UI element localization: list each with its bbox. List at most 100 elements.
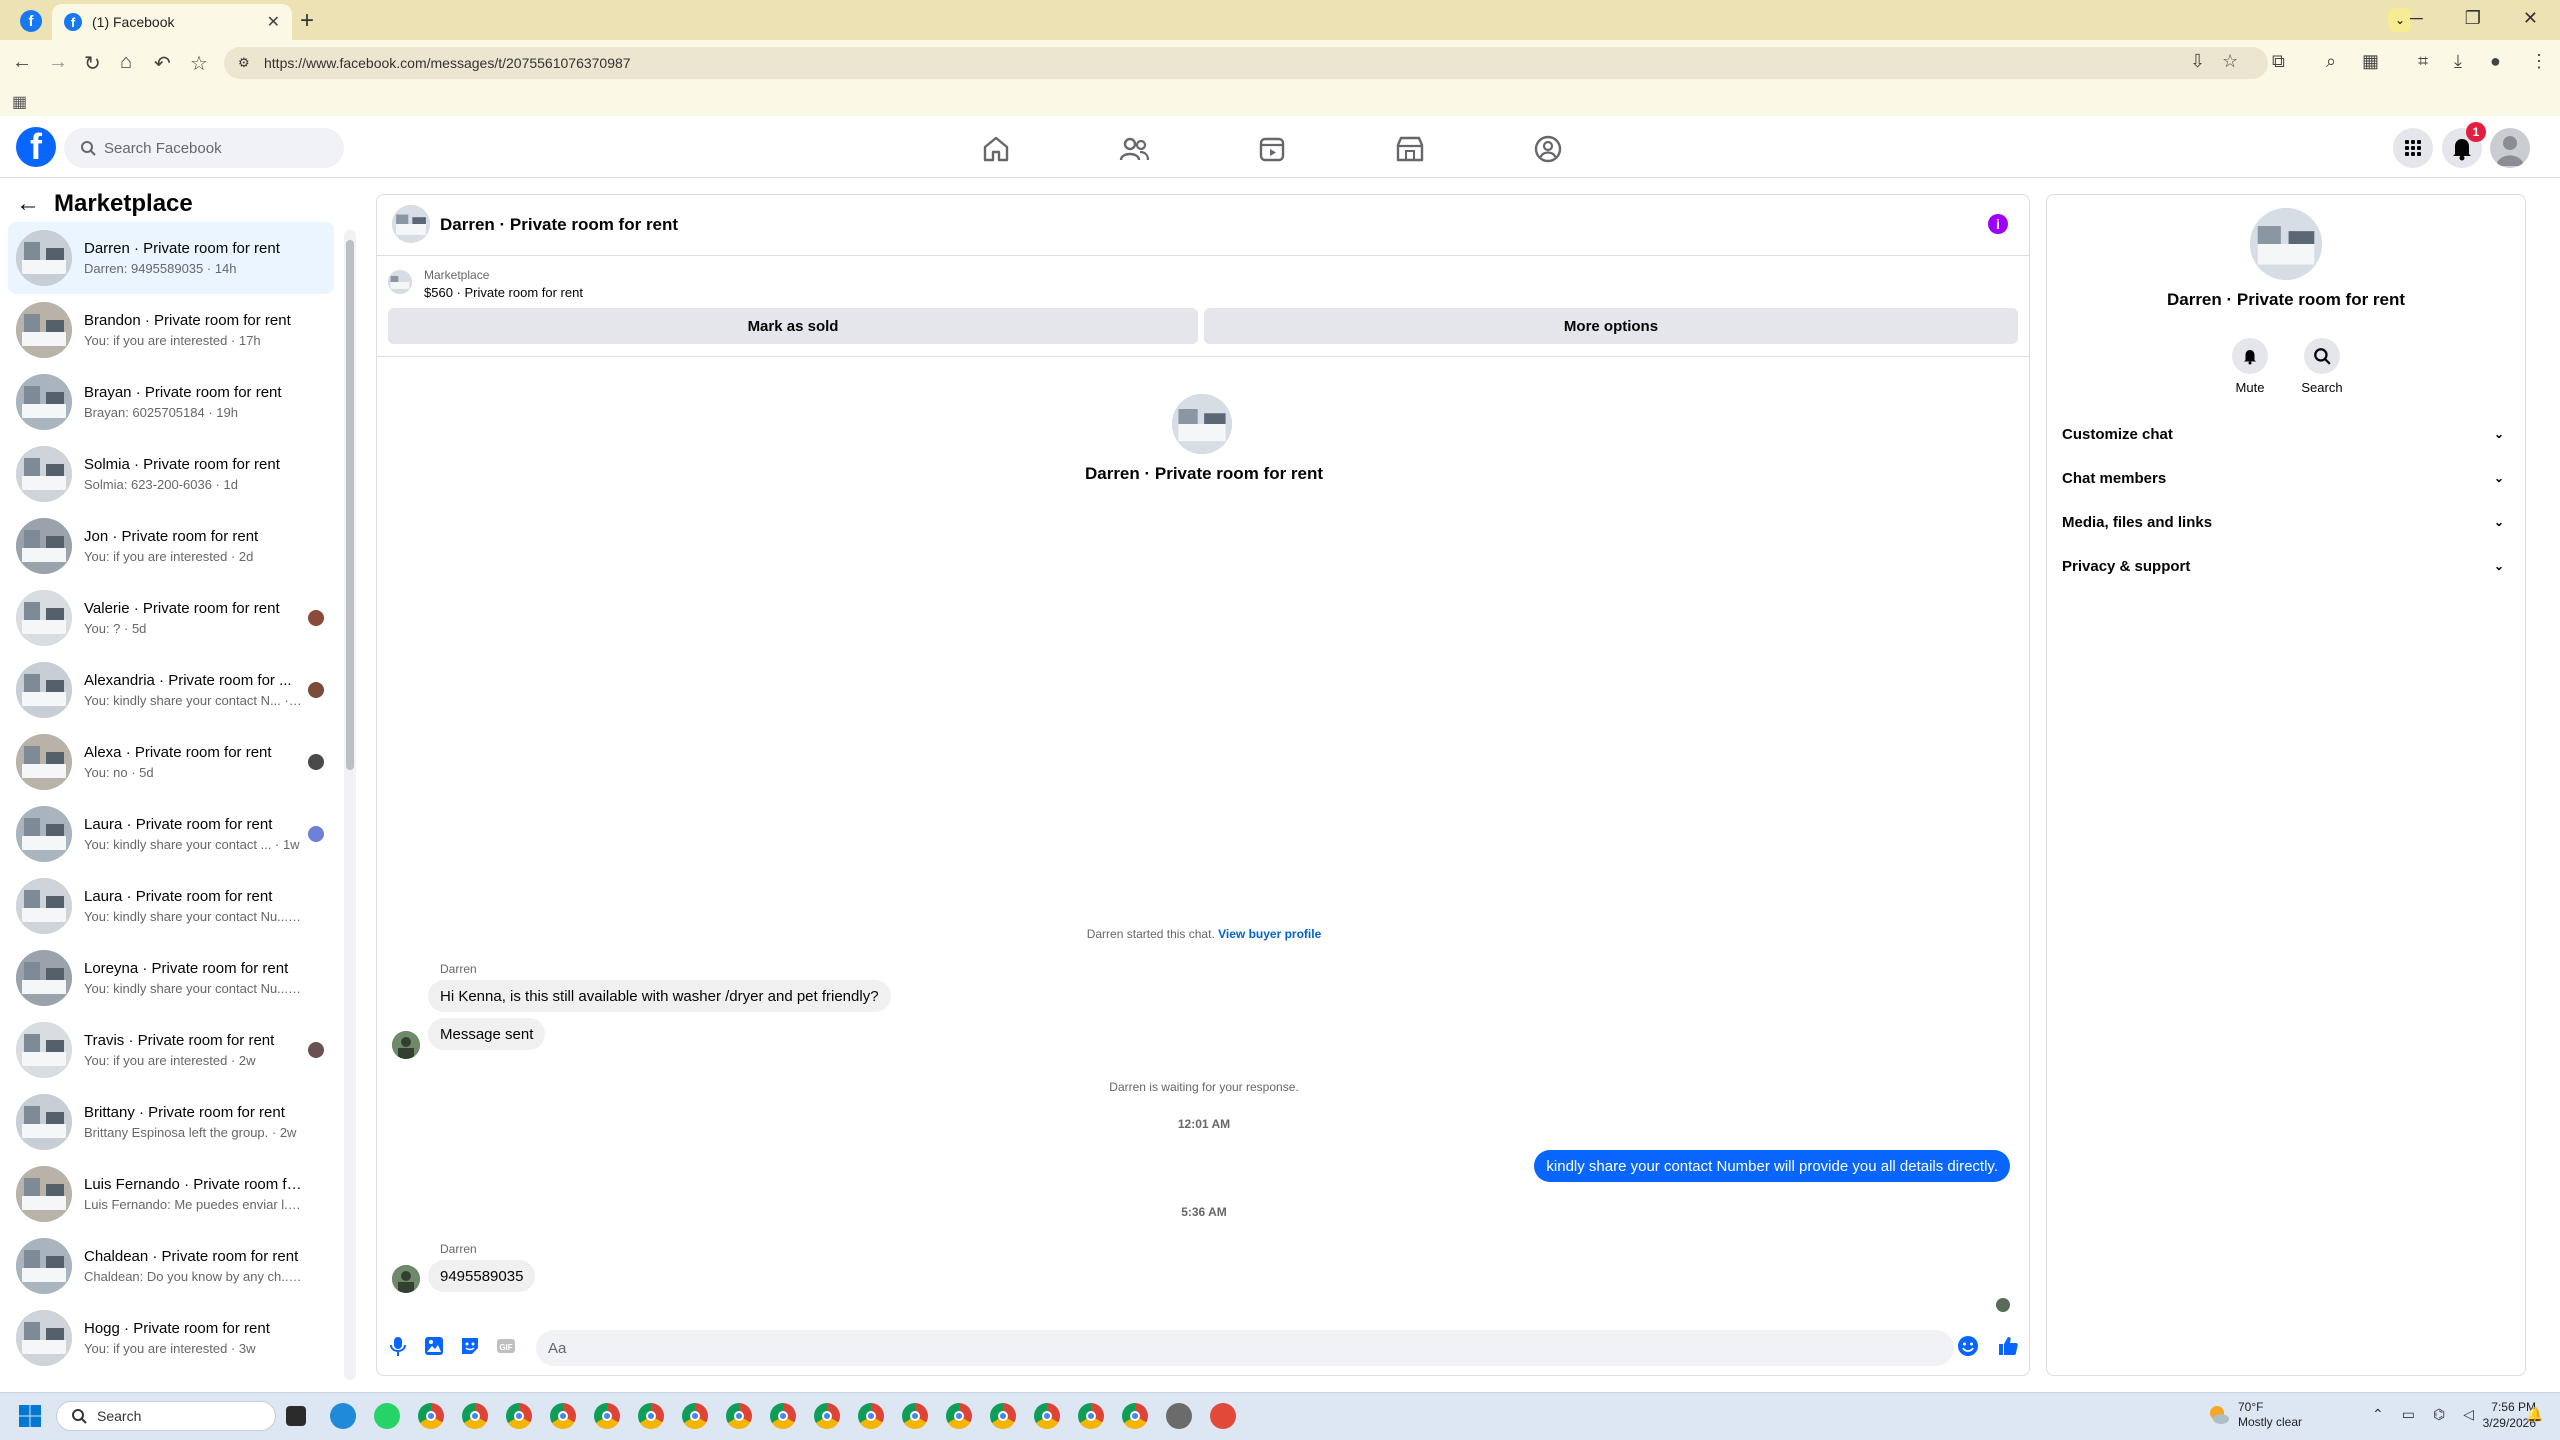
search-in-chat-button[interactable]	[2304, 338, 2340, 374]
menu-grid-button[interactable]	[2393, 128, 2433, 168]
sticker-icon[interactable]	[458, 1334, 482, 1358]
sidebar-scrollbar-thumb[interactable]	[346, 240, 354, 770]
browser-tab[interactable]: f (1) Facebook ✕	[52, 4, 292, 40]
install-app-icon[interactable]: ⇩	[2190, 51, 2205, 72]
close-window-icon[interactable]: ✕	[2523, 8, 2538, 29]
new-tab-icon[interactable]: +	[300, 7, 314, 35]
taskbar-whatsapp-icon[interactable]	[374, 1403, 400, 1429]
taskbar-chrome-icon[interactable]	[770, 1403, 796, 1429]
conversation-item[interactable]: Travis · Private room for rent You: if yo…	[8, 1014, 334, 1086]
more-options-button[interactable]: More options	[1204, 308, 2018, 344]
taskbar-chrome-icon[interactable]	[1122, 1403, 1148, 1429]
taskbar-settings-icon[interactable]	[1166, 1403, 1192, 1429]
conversation-item[interactable]: Brittany · Private room for rent Brittany…	[8, 1086, 334, 1158]
apps-grid-icon[interactable]: ▦	[2362, 51, 2379, 72]
back-arrow-icon[interactable]: ←	[16, 190, 40, 218]
notification-center-icon[interactable]: 🔔	[2526, 1406, 2543, 1423]
taskbar-chrome-icon[interactable]	[814, 1403, 840, 1429]
taskbar-chrome-icon[interactable]	[902, 1403, 928, 1429]
taskbar-chrome-icon[interactable]	[1034, 1403, 1060, 1429]
incoming-message[interactable]: 9495589035	[428, 1260, 536, 1292]
forward-icon[interactable]: →	[48, 51, 68, 74]
taskbar-chrome-icon[interactable]	[638, 1403, 664, 1429]
video-nav-icon[interactable]	[1256, 133, 1288, 165]
taskbar-chrome-icon[interactable]	[946, 1403, 972, 1429]
home-nav-icon[interactable]	[980, 133, 1012, 165]
mute-button[interactable]	[2232, 338, 2268, 374]
info-section-row[interactable]: Privacy & support ⌄	[2062, 546, 2512, 586]
friends-nav-icon[interactable]	[1118, 133, 1150, 165]
windows-start-icon[interactable]	[18, 1404, 42, 1428]
taskbar-chrome-icon[interactable]	[506, 1403, 532, 1429]
taskbar-chrome-icon[interactable]	[1078, 1403, 1104, 1429]
emoji-icon[interactable]	[1956, 1334, 1980, 1358]
taskbar-chrome-icon[interactable]	[462, 1403, 488, 1429]
listing-thumbnail[interactable]	[388, 270, 412, 294]
marketplace-nav-icon[interactable]	[1394, 133, 1426, 165]
facebook-logo-icon[interactable]: f	[16, 127, 56, 167]
conversation-item[interactable]: Loreyna · Private room for rent You: kind…	[8, 942, 334, 1014]
conversation-item[interactable]: Jon · Private room for rent You: if you a…	[8, 510, 334, 582]
undo-icon[interactable]: ↶	[154, 51, 171, 76]
minimize-icon[interactable]: ─	[2410, 8, 2423, 29]
conversation-info-icon[interactable]: i	[1988, 214, 2008, 234]
site-settings-icon[interactable]: ⚙	[238, 55, 250, 71]
address-bar[interactable]: ⚙ https://www.facebook.com/messages/t/20…	[224, 47, 2268, 79]
microphone-icon[interactable]	[386, 1334, 410, 1358]
profile-icon[interactable]: ●	[2490, 51, 2501, 72]
conversation-item[interactable]: Brandon · Private room for rent You: if y…	[8, 294, 334, 366]
chat-avatar[interactable]	[392, 205, 430, 243]
facebook-search-input[interactable]: Search Facebook	[64, 128, 344, 168]
weather-widget[interactable]: 70°F Mostly clear	[2208, 1400, 2302, 1430]
info-section-row[interactable]: Chat members ⌄	[2062, 458, 2512, 498]
apps-bookmark-icon[interactable]: ▦	[12, 92, 27, 112]
home-icon[interactable]: ⌂	[120, 51, 132, 74]
reload-icon[interactable]: ↻	[84, 51, 101, 76]
message-input[interactable]: Aa	[536, 1330, 1954, 1366]
taskbar-chrome-icon[interactable]	[550, 1403, 576, 1429]
mark-as-sold-button[interactable]: Mark as sold	[388, 308, 1198, 344]
taskbar-chrome-icon[interactable]	[726, 1403, 752, 1429]
taskbar-search-box[interactable]: Search	[56, 1401, 276, 1431]
outgoing-message[interactable]: kindly share your contact Number will pr…	[1534, 1150, 2010, 1182]
groups-nav-icon[interactable]	[1532, 133, 1564, 165]
account-avatar[interactable]	[2490, 128, 2530, 168]
show-hidden-icons-chevron-icon[interactable]: ⌃	[2372, 1406, 2384, 1423]
conversation-item[interactable]: Solmia · Private room for rent Solmia: 62…	[8, 438, 334, 510]
taskbar-chrome-icon[interactable]	[858, 1403, 884, 1429]
like-thumb-icon[interactable]	[1996, 1334, 2020, 1358]
conversation-item[interactable]: Laura · Private room for rent You: kindly…	[8, 870, 334, 942]
taskbar-chrome-icon[interactable]	[418, 1403, 444, 1429]
chat-title[interactable]: Darren · Private room for rent	[440, 215, 678, 235]
conversation-item[interactable]: Alexa · Private room for rent You: no · 5…	[8, 726, 334, 798]
back-icon[interactable]: ←	[12, 51, 32, 74]
sender-avatar[interactable]	[392, 1265, 420, 1293]
conversation-item[interactable]: Luis Fernando · Private room for... Luis …	[8, 1158, 334, 1230]
sender-avatar[interactable]	[392, 1031, 420, 1059]
view-buyer-profile-link[interactable]: View buyer profile	[1218, 927, 1321, 941]
taskbar-file-explorer-icon[interactable]	[286, 1406, 306, 1426]
extensions-icon[interactable]: ⧉	[2272, 51, 2285, 72]
volume-icon[interactable]: ◁	[2463, 1406, 2474, 1423]
pinned-facebook-tab[interactable]: f	[20, 10, 42, 32]
taskbar-chrome-icon[interactable]	[682, 1403, 708, 1429]
conversation-item[interactable]: Valerie · Private room for rent You: ? · …	[8, 582, 334, 654]
photo-icon[interactable]	[422, 1334, 446, 1358]
restore-icon[interactable]: ❐	[2465, 8, 2481, 29]
incoming-message[interactable]: Hi Kenna, is this still available with w…	[428, 980, 891, 1012]
menu-dots-icon[interactable]: ⋮	[2530, 51, 2548, 72]
info-section-row[interactable]: Media, files and links ⌄	[2062, 502, 2512, 542]
download-icon[interactable]: ⤓	[2454, 51, 2462, 72]
conversation-item[interactable]: Laura · Private room for rent You: kindly…	[8, 798, 334, 870]
conversation-item[interactable]: Alexandria · Private room for ... You: ki…	[8, 654, 334, 726]
crop-icon[interactable]: ⌗	[2418, 51, 2428, 72]
tab-search-chevron-icon[interactable]: ⌄	[2388, 8, 2412, 32]
listing-price-title[interactable]: $560 · Private room for rent	[424, 285, 583, 300]
taskbar-chrome-icon[interactable]	[594, 1403, 620, 1429]
conversation-item[interactable]: Chaldean · Private room for rent Chaldean…	[8, 1230, 334, 1302]
bookmark-star-icon[interactable]: ☆	[190, 51, 208, 76]
gif-icon[interactable]: GIF	[494, 1334, 518, 1358]
conversation-item[interactable]: Darren · Private room for rent Darren: 94…	[8, 222, 334, 294]
taskbar-edge-icon[interactable]	[330, 1403, 356, 1429]
network-icon[interactable]: ⌬	[2433, 1406, 2445, 1423]
